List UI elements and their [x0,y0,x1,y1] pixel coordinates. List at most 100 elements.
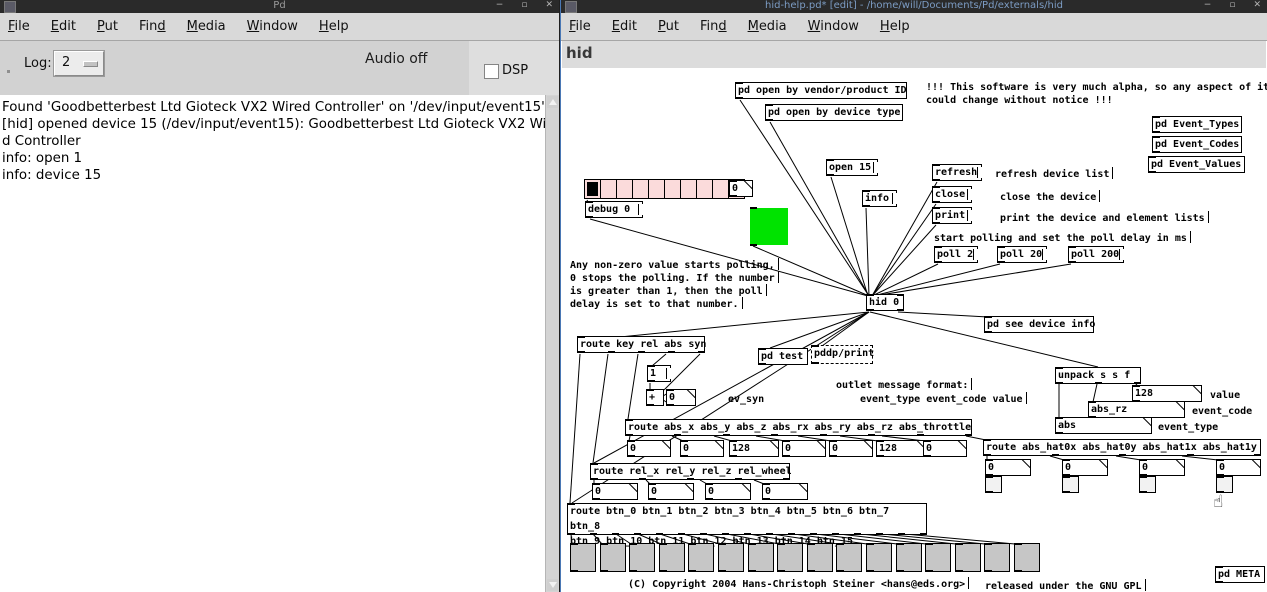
msg-debug[interactable]: debug 0 [585,201,643,218]
inlet[interactable] [1015,543,1022,545]
outlet[interactable] [985,331,992,333]
menu-media[interactable]: Media [748,19,787,34]
console-scrollbar[interactable] [545,95,559,592]
inlet[interactable] [736,82,743,84]
toggle-btn-13[interactable] [955,543,981,572]
menu-edit[interactable]: Edit [612,19,637,34]
outlet[interactable] [965,434,972,436]
outlet[interactable] [634,533,641,535]
outlet[interactable] [1149,171,1156,173]
outlet[interactable] [1095,382,1102,384]
object-route-events[interactable]: route key rel abs syn [577,336,705,353]
outlet[interactable] [750,244,757,246]
msg-poll-2[interactable]: poll 2 [934,246,978,263]
outlet[interactable] [820,434,827,436]
outlet[interactable] [1063,491,1070,493]
menu-file[interactable]: File [569,19,591,34]
outlet[interactable] [649,498,656,500]
outlet[interactable] [933,179,940,181]
menu-find[interactable]: Find [700,19,727,34]
number-abs-x[interactable]: 0 [627,440,671,457]
number-rel-wheel[interactable]: 0 [762,483,808,500]
console-titlebar[interactable]: Pd − ▫ ✕ [0,0,559,13]
menu-window[interactable]: Window [808,19,859,34]
msg-close[interactable]: close [932,186,972,203]
symbol-event-code[interactable]: abs_rz [1088,401,1185,418]
number-rel-x[interactable]: 0 [592,483,638,500]
menu-help[interactable]: Help [319,19,349,34]
outlet[interactable] [876,533,883,535]
msg-open-15[interactable]: open 15 [826,159,878,176]
outlet[interactable] [830,455,837,457]
outlet[interactable] [601,570,608,572]
outlet[interactable] [1153,131,1160,133]
outlet[interactable] [674,434,681,436]
inlet[interactable] [830,440,837,442]
outlet[interactable] [571,570,578,572]
inlet[interactable] [867,543,874,545]
toggle-btn-0[interactable] [570,543,596,572]
inlet[interactable] [591,463,598,465]
inlet[interactable] [759,348,766,350]
msg-one[interactable]: 1 [647,365,671,382]
outlet[interactable] [735,478,742,480]
number-rel-y[interactable]: 0 [648,483,694,500]
outlet[interactable] [568,533,575,535]
inlet[interactable] [660,543,667,545]
outlet[interactable] [1056,382,1063,384]
inlet[interactable] [935,246,942,248]
outlet[interactable] [956,570,963,572]
outlet[interactable] [1134,382,1141,384]
outlet[interactable] [837,570,844,572]
inlet[interactable] [586,201,593,203]
outlet[interactable] [719,570,726,572]
toggle-btn-2[interactable] [629,543,655,572]
outlet[interactable] [763,498,770,500]
inlet[interactable] [1133,385,1140,387]
number-abs-ry[interactable]: 0 [829,440,873,457]
inlet[interactable] [730,180,737,182]
number-abs-z[interactable]: 128 [729,440,779,457]
inlet[interactable] [778,543,785,545]
inlet[interactable] [730,440,737,442]
number-hat0x[interactable]: 0 [985,459,1031,476]
number-rel-z[interactable]: 0 [705,483,751,500]
toggle-btn-11[interactable] [896,543,922,572]
inlet[interactable] [578,336,585,338]
inlet[interactable] [926,543,933,545]
hradio-cell-1[interactable] [601,180,617,198]
outlet[interactable] [867,570,874,572]
outlet[interactable] [730,195,737,197]
symbol-event-type[interactable]: abs [1055,417,1152,434]
scroll-down-icon[interactable] [547,579,558,591]
inlet[interactable] [998,246,1005,248]
outlet[interactable] [984,454,991,456]
toggle-hat0y[interactable] [1062,476,1079,493]
outlet[interactable] [736,97,743,99]
msg-refresh[interactable]: refresh [932,164,982,181]
menu-window[interactable]: Window [247,19,298,34]
outlet[interactable] [810,533,817,535]
number-abs-rx[interactable]: 0 [782,440,826,457]
object-hid[interactable]: hid 0 [866,294,904,311]
outlet[interactable] [723,434,730,436]
toggle-btn-12[interactable] [925,543,951,572]
inlet[interactable] [1069,246,1076,248]
toggle-btn-7[interactable] [777,543,803,572]
inlet[interactable] [933,186,940,188]
inlet[interactable] [1216,566,1223,568]
inlet[interactable] [571,543,578,545]
number-abs-throttle[interactable]: 0 [923,440,967,457]
outlet[interactable] [926,570,933,572]
outlet[interactable] [867,309,874,311]
outlet[interactable] [744,533,751,535]
outlet[interactable] [667,404,674,406]
outlet[interactable] [854,533,861,535]
outlet[interactable] [788,533,795,535]
outlet[interactable] [638,351,645,353]
outlet[interactable] [689,570,696,572]
toggle-btn-8[interactable] [807,543,833,572]
inlet[interactable] [812,345,819,347]
patch-titlebar[interactable]: hid-help.pd* [edit] - /home/will/Documen… [561,0,1267,13]
msg-print[interactable]: print [932,207,972,224]
